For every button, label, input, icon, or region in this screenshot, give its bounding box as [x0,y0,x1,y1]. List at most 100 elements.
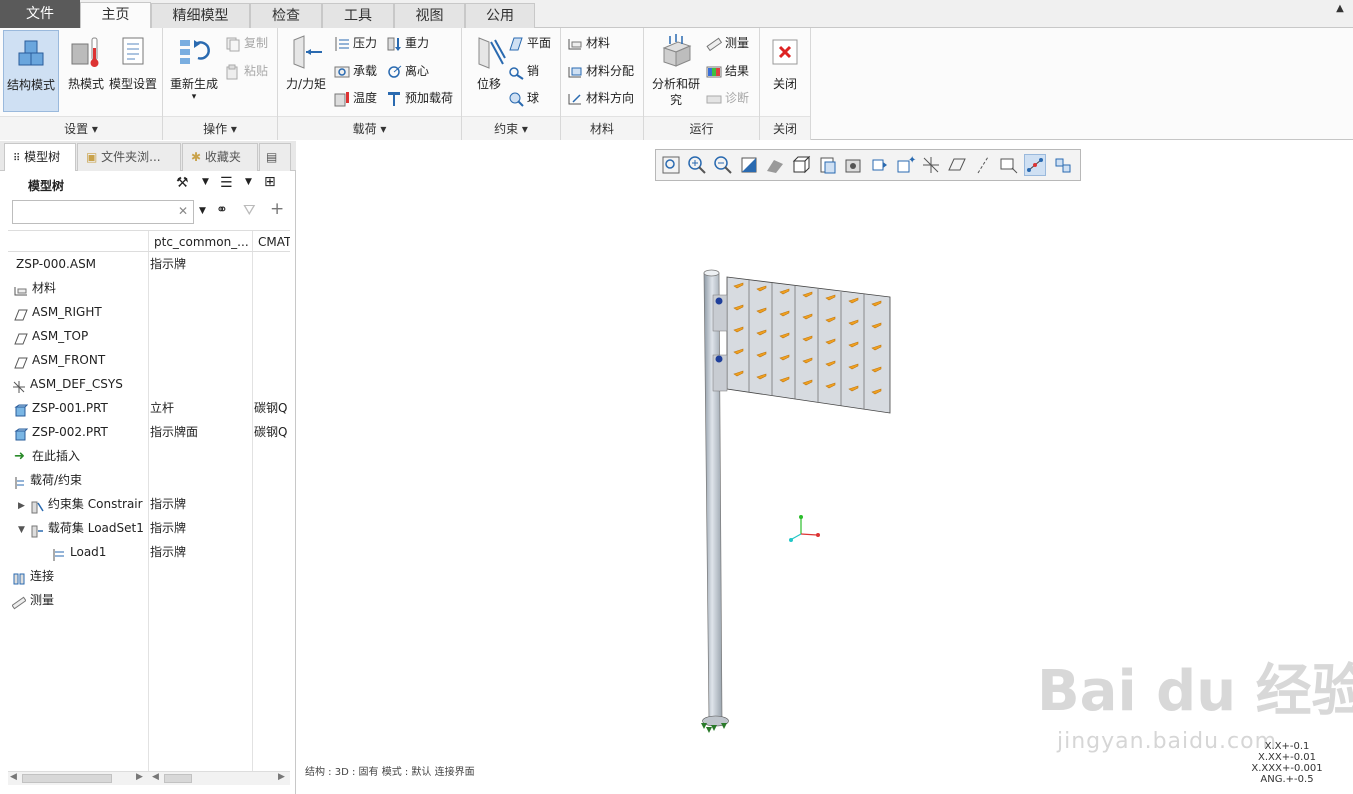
column-ptc-common[interactable]: ptc_common_... [154,231,250,253]
scroll-right-icon[interactable]: ▶ [136,772,143,782]
simulation-display-icon[interactable] [1052,154,1074,176]
tree-row[interactable]: ➜ 在此插入 [8,444,290,468]
datum-display-icon[interactable] [868,154,890,176]
scroll-right-icon[interactable]: ▶ [278,772,285,782]
spin-center-icon[interactable] [1024,154,1046,176]
tab-favorites[interactable]: ✱ 收藏夹 [182,143,258,171]
tree-row[interactable]: ZSP-002.PRT 指示牌面 碳钢Q [8,420,290,444]
chevron-down-icon[interactable]: ▼ [202,177,209,187]
tree-row[interactable]: ASM_FRONT [8,348,290,372]
group-setup-label[interactable]: 设置 ▾ [0,116,162,140]
expand-arrow-icon[interactable]: ▶ [18,501,25,511]
axis-display-icon[interactable] [972,154,994,176]
tab-folder-browser[interactable]: ▣ 文件夹浏... [77,143,181,171]
search-input[interactable]: ✕ [12,200,194,224]
thermal-mode-button[interactable]: 热模式 [60,30,112,112]
gravity-button[interactable]: 重力 [386,32,429,54]
pin-constraint-button[interactable]: 销 [508,60,539,82]
tree-row[interactable]: 测量 [8,588,290,612]
tree-row[interactable]: ASM_RIGHT [8,300,290,324]
planar-constraint-button[interactable]: 平面 [508,32,551,54]
column-cmat[interactable]: CMAT [258,231,290,253]
displacement-button[interactable]: 位移 [466,30,512,112]
group-operations-label[interactable]: 操作 ▾ [163,116,277,140]
scrollbar-thumb[interactable] [164,774,192,783]
scrollbar-thumb[interactable] [22,774,112,783]
csys-display-icon[interactable] [920,154,942,176]
copy-button[interactable]: 复制 [225,32,268,54]
layers-icon: ▤ [266,150,278,164]
saved-orientations-icon[interactable] [764,154,786,176]
tree-row[interactable]: ZSP-000.ASM 指示牌 [8,252,290,276]
material-assign-button[interactable]: 材料分配 [567,60,634,82]
scroll-left-icon[interactable]: ◀ [10,772,17,782]
structural-mode-button[interactable]: 结构模式 [3,30,59,112]
collapse-ribbon-icon[interactable]: ▲ [1333,2,1347,16]
results-button[interactable]: 结果 [706,60,749,82]
tab-layers[interactable]: ▤ [259,143,291,171]
regenerate-button[interactable]: 重新生成 ▾ [167,30,221,112]
add-icon[interactable]: + [270,199,284,219]
annotation-display-icon[interactable]: ✦ [894,154,916,176]
tab-tools[interactable]: 工具 [322,3,394,28]
filter-icon[interactable]: ⛛ [243,201,256,219]
chevron-down-icon[interactable]: ▼ [245,177,252,187]
regenerate-dropdown-icon[interactable]: ▾ [167,92,221,102]
force-moment-button[interactable]: 力/力矩 [282,30,330,112]
material-orientation-button[interactable]: 材料方向 [567,87,634,109]
analyses-studies-button[interactable]: 分析和研究 [648,30,704,112]
zoom-in-icon[interactable] [686,154,708,176]
diagnose-button[interactable]: 诊断 [706,87,749,109]
show-options-icon[interactable]: ☰ [220,175,233,191]
search-options-chevron-icon[interactable]: ▼ [199,206,206,216]
tree-row[interactable]: ▶ 约束集 Constrair 指示牌 [8,492,290,516]
plane-display-icon[interactable] [946,154,968,176]
perspective-icon[interactable] [842,154,864,176]
repaint-icon[interactable] [738,154,760,176]
group-constraints-label[interactable]: 约束 ▾ [462,116,560,140]
refit-icon[interactable] [660,154,682,176]
tree-row[interactable]: ASM_DEF_CSYS [8,372,290,396]
clear-search-icon[interactable]: ✕ [178,204,188,218]
temperature-button[interactable]: 温度 [334,87,377,109]
model-setup-button[interactable]: 模型设置 [106,30,160,112]
binoculars-icon[interactable]: ⚭ [216,202,228,218]
tab-file[interactable]: 文件 [0,0,80,28]
tree-row[interactable]: 连接 [8,564,290,588]
tree-row[interactable]: ASM_TOP [8,324,290,348]
display-style-icon[interactable] [790,154,812,176]
zoom-out-icon[interactable] [712,154,734,176]
view-manager-icon[interactable] [816,154,838,176]
tab-view[interactable]: 视图 [394,3,465,28]
centrifugal-button[interactable]: 离心 [386,60,429,82]
tree-row[interactable]: ZSP-001.PRT 立杆 碳钢Q [8,396,290,420]
settings-tools-icon[interactable]: ⚒ [176,175,189,191]
tree-row[interactable]: 材料 [8,276,290,300]
close-button[interactable]: 关闭 [760,30,810,112]
group-loads-label[interactable]: 载荷 ▾ [278,116,461,140]
collapse-arrow-icon[interactable]: ▼ [18,525,25,535]
scroll-left-icon[interactable]: ◀ [152,772,159,782]
paste-button[interactable]: 粘贴 [225,60,268,82]
tree-filter-icon[interactable]: ⊞ [264,174,276,190]
bearing-button[interactable]: 承载 [334,60,377,82]
measure-button[interactable]: 测量 [706,32,749,54]
sign-panel-part[interactable] [726,276,891,414]
tab-model-tree[interactable]: ⠿ 模型树 [4,143,76,171]
horizontal-scrollbar[interactable]: ◀ ▶ ◀ ▶ [8,771,290,785]
tab-inspect[interactable]: 检查 [250,3,322,28]
pressure-button[interactable]: 压力 [334,32,377,54]
tree-row[interactable]: Load1 指示牌 [8,540,290,564]
tree-row[interactable]: ▼ 载荷集 LoadSet1 指示牌 [8,516,290,540]
pole-part[interactable] [703,272,723,722]
tab-refine-model[interactable]: 精细模型 [151,3,250,28]
tree-row[interactable]: 载荷/约束 [8,468,290,492]
graphics-window[interactable]: ✦ Bai du 经验 jingyan.baidu.com 结构: 3D: … [297,141,1353,794]
model-render[interactable] [677,261,917,741]
material-button[interactable]: 材料 [567,32,610,54]
point-display-icon[interactable] [998,154,1020,176]
ball-constraint-button[interactable]: 球 [508,87,539,109]
tab-home[interactable]: 主页 [80,2,151,29]
tab-applications[interactable]: 公用 [465,3,535,28]
preload-button[interactable]: 预加载荷 [386,87,453,109]
